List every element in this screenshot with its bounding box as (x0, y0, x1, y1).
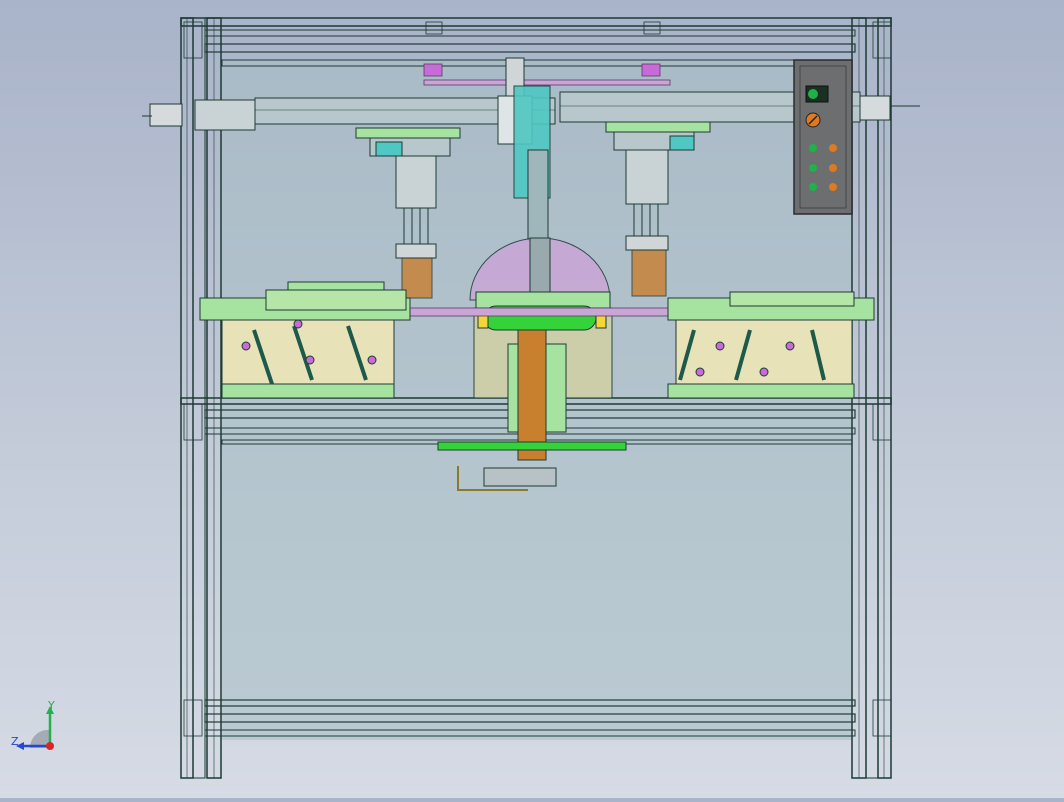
y-axis-label: Y (47, 699, 55, 712)
hanger-bar (423, 79, 671, 86)
control-panel (793, 59, 853, 215)
button-3b[interactable] (829, 183, 837, 191)
power-lamp[interactable] (808, 89, 818, 99)
button-2b[interactable] (829, 164, 837, 172)
hanger-block-right (641, 63, 661, 77)
stop-button[interactable] (829, 144, 837, 152)
cad-viewport[interactable]: Y Z (0, 0, 1064, 798)
button-3a[interactable] (809, 183, 817, 191)
right-feeder-bowls (667, 291, 875, 399)
hanger-block-left (423, 63, 443, 77)
orientation-triad[interactable]: Y Z (11, 699, 55, 750)
left-feeder-bowls (199, 281, 411, 399)
transfer-plate (385, 307, 675, 317)
button-2a[interactable] (809, 164, 817, 172)
assembly-drawing: Y Z (11, 17, 920, 779)
start-button[interactable] (809, 144, 817, 152)
x-axis-origin (46, 742, 54, 750)
z-axis-label: Z (11, 735, 19, 748)
